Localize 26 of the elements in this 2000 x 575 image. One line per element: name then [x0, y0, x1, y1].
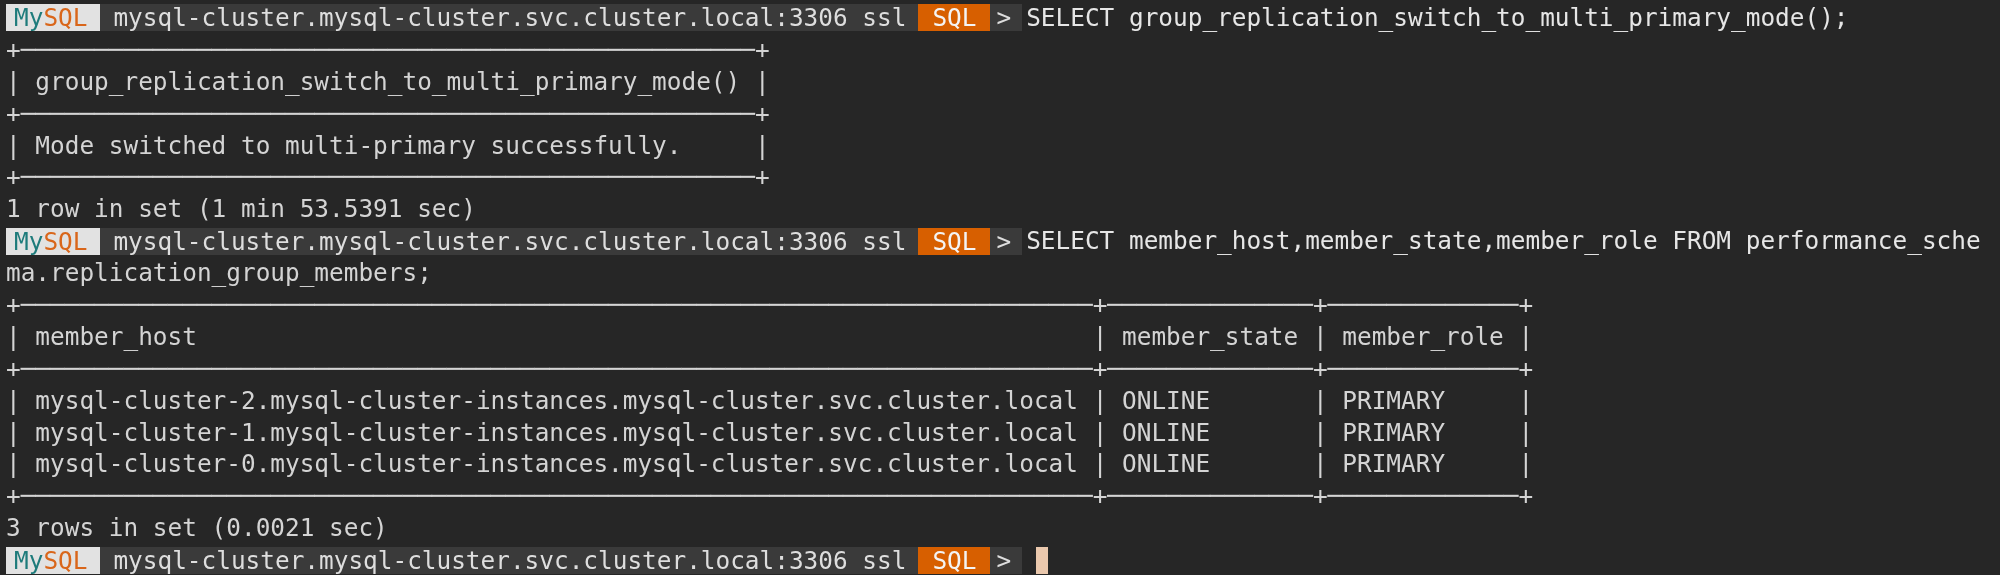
output-line: 1 row in set (1 min 53.5391 sec) — [6, 193, 476, 226]
sql-command: SELECT member_host,member_state,member_role FROM performance_sche — [1026, 225, 1981, 258]
output-line: ma.replication_group_members; — [6, 257, 432, 290]
output-line: +──────────────────────────────────────────────────+ — [6, 161, 770, 194]
output-line: +─────────────────────────────────────────────────────────────────────────+──────────────+─────────────+ — [6, 480, 1534, 513]
output-line: | group_replication_switch_to_multi_primary_mode() | — [6, 65, 770, 98]
mode-segment: SQL — [918, 4, 991, 32]
mysql-logo: MySQL — [6, 4, 101, 32]
output-line: +─────────────────────────────────────────────────────────────────────────+──────────────+─────────────+ — [6, 352, 1534, 385]
sql-command: SELECT group_replication_switch_to_multi_primary_mode(); — [1026, 2, 1849, 34]
output-line: 3 rows in set (0.0021 sec) — [6, 512, 388, 545]
mode-segment: SQL — [918, 546, 991, 574]
host-segment: mysql-cluster.mysql-cluster.svc.cluster.local:3306 ssl — [100, 227, 919, 255]
mysql-logo: MySQL — [6, 227, 101, 255]
output-line: +──────────────────────────────────────────────────+ — [6, 97, 770, 130]
host-segment: mysql-cluster.mysql-cluster.svc.cluster.local:3306 ssl — [100, 546, 919, 574]
output-line: +──────────────────────────────────────────────────+ — [6, 33, 770, 66]
output-line: | mysql-cluster-0.mysql-cluster-instances.mysql-cluster.svc.cluster.local | ONLINE | PRIMARY | — [6, 448, 1534, 481]
mysql-logo: MySQL — [6, 546, 101, 574]
output-line: | Mode switched to multi-primary successfully. | — [6, 129, 770, 162]
output-line: | mysql-cluster-2.mysql-cluster-instances.mysql-cluster.svc.cluster.local | ONLINE | PRIMARY | — [6, 384, 1534, 417]
output-line: | member_host | member_state | member_role | — [6, 320, 1534, 353]
output-line: +─────────────────────────────────────────────────────────────────────────+──────────────+─────────────+ — [6, 289, 1534, 321]
output-line: | mysql-cluster-1.mysql-cluster-instances.mysql-cluster.svc.cluster.local | ONLINE | PRIMARY | — [6, 416, 1534, 449]
mode-segment: SQL — [918, 227, 991, 255]
host-segment: mysql-cluster.mysql-cluster.svc.cluster.local:3306 ssl — [100, 4, 919, 32]
